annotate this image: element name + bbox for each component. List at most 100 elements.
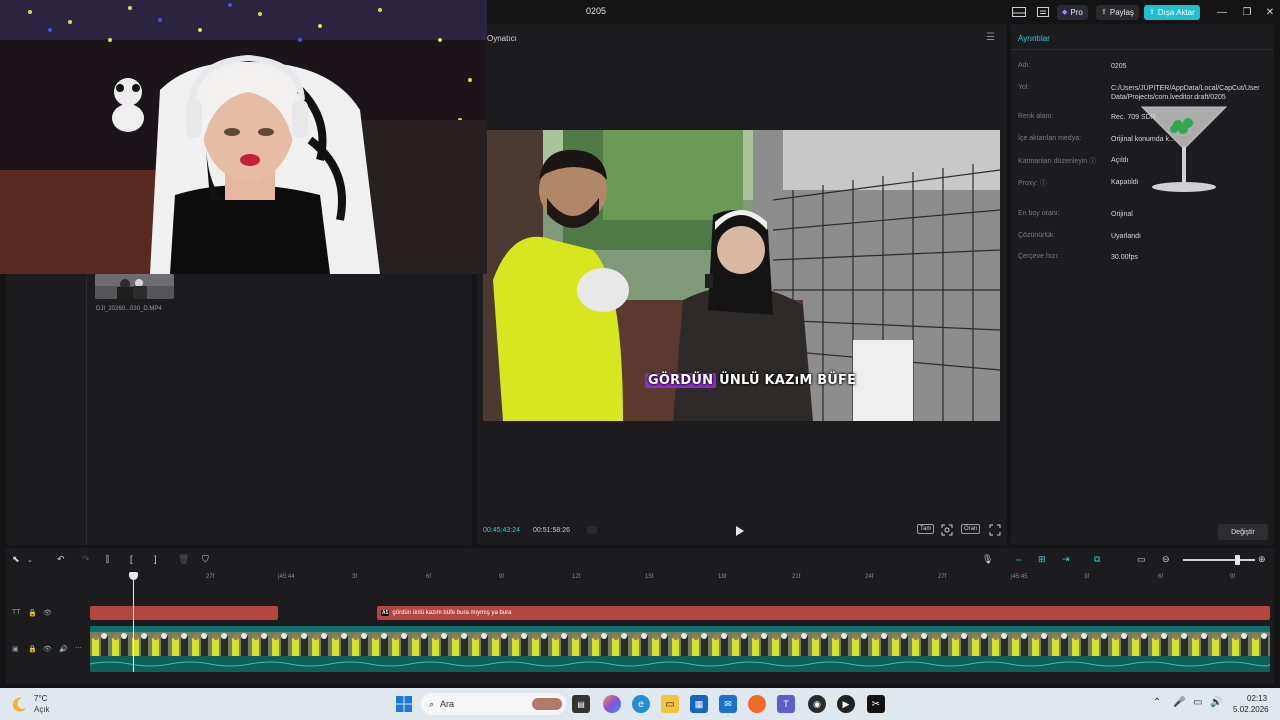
details-divider — [1011, 49, 1274, 50]
select-tool-icon[interactable]: ⬉ — [12, 554, 20, 565]
zoom-out-icon[interactable]: ⊖ — [1162, 554, 1170, 565]
chevron-up-icon[interactable]: ⌃ — [1153, 697, 1161, 708]
search-highlight-icon — [532, 698, 562, 710]
ruler-tick: 9f — [499, 574, 505, 580]
linkage-icon[interactable]: ⇥ — [1062, 554, 1070, 565]
subtitle-highlight: GÖRDÜN — [645, 372, 717, 388]
trim-right-icon[interactable]: ] — [154, 554, 157, 564]
trim-left-icon[interactable]: [ — [130, 554, 133, 564]
media-player-icon[interactable]: ▶ — [837, 695, 855, 713]
text-clip[interactable]: A5 gördün ünlü kazım büfe bura mıymış ya… — [377, 606, 1270, 620]
undo-icon[interactable]: ↶ — [57, 554, 65, 565]
playhead[interactable] — [133, 572, 134, 672]
microphone-icon[interactable]: 🎙 — [982, 554, 993, 565]
text-clip[interactable] — [90, 606, 278, 620]
timecode-toggle[interactable] — [587, 526, 597, 534]
volume-icon[interactable]: 🔊 — [1210, 697, 1222, 708]
speaker-icon[interactable]: 🔊 — [59, 645, 68, 653]
layout-icon[interactable] — [1012, 4, 1026, 20]
lock-icon[interactable]: 🔒 — [28, 645, 37, 653]
clock-date[interactable]: 5.02.2026 — [1233, 705, 1269, 714]
zoom-slider[interactable] — [1183, 559, 1255, 561]
ruler-tick: 3f — [352, 574, 358, 580]
share-label: Paylaş — [1109, 7, 1134, 17]
martini-glass-sticker — [1138, 99, 1230, 194]
play-icon[interactable] — [735, 524, 745, 536]
video-preview[interactable]: GÖRDÜN ÜNLÜ KAZıM BÜFE — [483, 130, 1000, 421]
clock-time[interactable]: 02:13 — [1247, 694, 1267, 703]
delete-icon[interactable]: 🗑 — [178, 554, 189, 565]
video-clip[interactable] — [90, 626, 1270, 672]
capcut-icon[interactable]: ✂ — [867, 695, 885, 713]
detail-label: Renk alanı: — [1018, 113, 1054, 120]
preview-axis-icon[interactable]: ⧉ — [1094, 554, 1100, 565]
menu-icon[interactable]: ☰ — [986, 32, 995, 43]
detail-label: Çözünürlük: — [1018, 232, 1056, 239]
main-track-magnet-icon[interactable]: ⇔ — [1014, 554, 1023, 564]
copilot-icon[interactable] — [603, 695, 621, 713]
redo-icon[interactable]: ↷ — [82, 554, 90, 565]
lock-icon[interactable]: 🔒 — [28, 609, 37, 617]
detail-label: İçe aktarılan medya: — [1018, 135, 1082, 142]
text-track-icon: TT — [12, 609, 21, 616]
share-button[interactable]: ⇪ Paylaş — [1096, 4, 1139, 20]
weather-temperature: 7°C — [34, 694, 48, 703]
marker-icon[interactable]: ⛉ — [202, 554, 209, 565]
pro-button[interactable]: ◆ Pro — [1057, 4, 1088, 20]
subtitle-caption: GÖRDÜN ÜNLÜ KAZıM BÜFE — [645, 370, 856, 390]
export-button[interactable]: ⇧ Dışa Aktar — [1144, 4, 1200, 20]
taskbar-search[interactable]: ⌕ Ara — [421, 693, 566, 715]
chevron-down-icon[interactable]: ⌄ — [27, 556, 33, 564]
close-icon[interactable]: ✕ — [1262, 4, 1278, 20]
edge-icon[interactable]: e — [632, 695, 650, 713]
pro-label: Pro — [1070, 7, 1083, 17]
crop-icon[interactable] — [941, 523, 953, 536]
minimize-icon[interactable]: — — [1214, 4, 1230, 20]
outlook-icon[interactable]: ✉ — [719, 695, 737, 713]
details-title: Ayrıntılar — [1018, 34, 1050, 43]
timeline-toolbar: ⬉ ⌄ ↶ ↷ ⫿ [ ] 🗑 ⛉ 🎙 ⇔ ⊞ ⇥ ⧉ ▭ ⊖ ⊕ — [6, 548, 1274, 572]
eye-icon[interactable]: 👁 — [43, 645, 52, 653]
moon-weather-icon[interactable] — [12, 696, 28, 712]
split-icon[interactable]: ⫿ — [106, 554, 109, 565]
teams-icon[interactable]: T — [777, 695, 795, 713]
detail-value: 0205 — [1111, 63, 1127, 70]
ruler-tick: 27f — [938, 574, 947, 580]
change-button[interactable]: Değiştir — [1218, 524, 1268, 540]
detail-label: Çerçeve hızı: — [1018, 253, 1060, 260]
capcut-window: 0205 ◆ Pro ⇪ Paylaş ⇧ Dışa Aktar — ❐ ✕ D… — [0, 0, 1280, 688]
firefox-icon[interactable] — [748, 695, 766, 713]
shortcut-icon[interactable] — [1037, 4, 1049, 20]
export-icon: ⇧ — [1149, 9, 1155, 16]
current-time: 00:45:43:24 — [483, 527, 520, 534]
more-icon[interactable]: ⋯ — [75, 644, 82, 652]
obs-icon[interactable]: ◉ — [808, 695, 826, 713]
time-ruler[interactable]: f 27f |45:44 3f 6f 9f 12f 15f 18f 21f 24… — [90, 572, 1274, 584]
zoom-slider-handle[interactable] — [1235, 555, 1240, 565]
store-icon[interactable]: ▦ — [690, 695, 708, 713]
project-title: 0205 — [586, 6, 607, 16]
webcam-overlay — [0, 0, 487, 274]
media-thumbnail[interactable] — [95, 274, 174, 299]
auto-snap-icon[interactable]: ⊞ — [1038, 554, 1046, 565]
ruler-tick: 6f — [426, 574, 432, 580]
detail-label: En boy oranı: — [1018, 210, 1060, 217]
share-icon: ⇪ — [1101, 9, 1107, 16]
file-explorer-icon[interactable]: ▭ — [661, 695, 679, 713]
eye-icon[interactable]: 👁 — [43, 609, 52, 617]
ruler-tick: 18f — [718, 574, 727, 580]
media-filename: DJI_20260...030_D.MP4 — [96, 306, 162, 312]
ruler-tick: 21f — [792, 574, 801, 580]
windows-start-icon[interactable] — [395, 695, 413, 713]
fit-timeline-icon[interactable]: ▭ — [1137, 554, 1146, 565]
maximize-icon[interactable]: ❐ — [1239, 4, 1255, 20]
fullscreen-quality-button[interactable]: Tam — [917, 524, 935, 534]
task-view-icon[interactable]: ▤ — [572, 695, 590, 713]
detail-value: 30.00fps — [1111, 254, 1138, 261]
microphone-tray-icon[interactable]: 🎤 — [1173, 697, 1185, 708]
ratio-button[interactable]: Oran — [961, 524, 981, 534]
zoom-in-icon[interactable]: ⊕ — [1258, 554, 1266, 565]
detail-label: Adı: — [1018, 62, 1031, 69]
expand-icon[interactable] — [989, 523, 1001, 536]
network-icon[interactable]: ▭ — [1193, 697, 1202, 708]
